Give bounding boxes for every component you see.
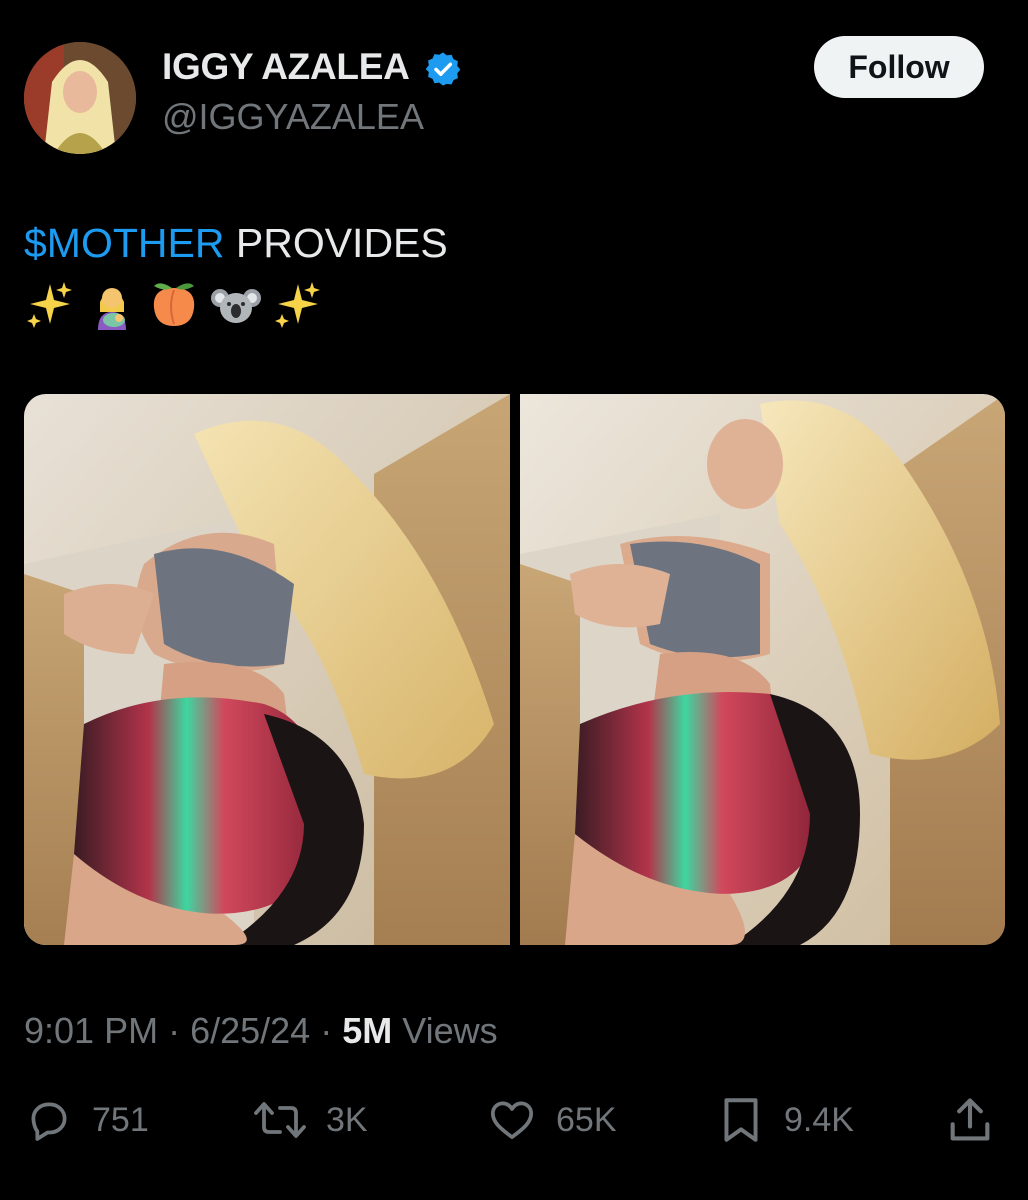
- like-button[interactable]: 65K: [486, 1090, 617, 1150]
- media-photo-2[interactable]: [519, 394, 1006, 945]
- tweet-meta: 9:01 PM · 6/25/24 · 5M Views: [24, 1010, 498, 1052]
- avatar[interactable]: [24, 42, 136, 154]
- share-icon: [950, 1098, 990, 1141]
- photo-1-image: [24, 394, 510, 945]
- cashtag-link[interactable]: $MOTHER: [24, 220, 224, 266]
- share-button[interactable]: [944, 1090, 996, 1150]
- woman-feeding-baby-icon: [98, 288, 126, 330]
- tweet-body-text: PROVIDES: [224, 220, 448, 266]
- photo-2-image: [519, 394, 1005, 945]
- meta-separator: ·: [158, 1010, 191, 1051]
- reply-button[interactable]: 751: [24, 1090, 149, 1150]
- emoji-row: [24, 276, 324, 332]
- koala-icon: [211, 289, 261, 323]
- follow-button[interactable]: Follow: [814, 36, 984, 98]
- repost-count: 3K: [326, 1100, 368, 1139]
- reply-count: 751: [92, 1100, 149, 1139]
- verified-badge-icon: [425, 52, 461, 86]
- timestamp-date[interactable]: 6/25/24: [190, 1010, 310, 1051]
- repost-icon: [254, 1102, 306, 1138]
- media-photo-1[interactable]: [24, 394, 510, 945]
- handle[interactable]: @IGGYAZALEA: [162, 96, 424, 138]
- views-count[interactable]: 5M: [342, 1010, 392, 1051]
- media-grid: [24, 394, 1005, 945]
- bookmark-count: 9.4K: [784, 1100, 854, 1139]
- bookmark-button[interactable]: 9.4K: [716, 1090, 854, 1150]
- sparkles-icon: [275, 282, 320, 328]
- avatar-image: [24, 42, 136, 154]
- timestamp-time[interactable]: 9:01 PM: [24, 1010, 158, 1051]
- peach-icon: [153, 283, 195, 326]
- display-name[interactable]: IGGY AZALEA: [162, 46, 410, 88]
- bookmark-icon: [724, 1098, 758, 1142]
- heart-icon: [490, 1101, 534, 1139]
- tweet-text: $MOTHER PROVIDES: [24, 220, 448, 267]
- sparkles-icon: [27, 282, 72, 328]
- like-count: 65K: [556, 1100, 617, 1139]
- repost-button[interactable]: 3K: [252, 1090, 368, 1150]
- meta-separator: ·: [310, 1010, 343, 1051]
- action-bar: 751 3K 65K 9.4K: [0, 1090, 1028, 1150]
- reply-icon: [31, 1102, 67, 1141]
- views-label: Views: [392, 1010, 498, 1051]
